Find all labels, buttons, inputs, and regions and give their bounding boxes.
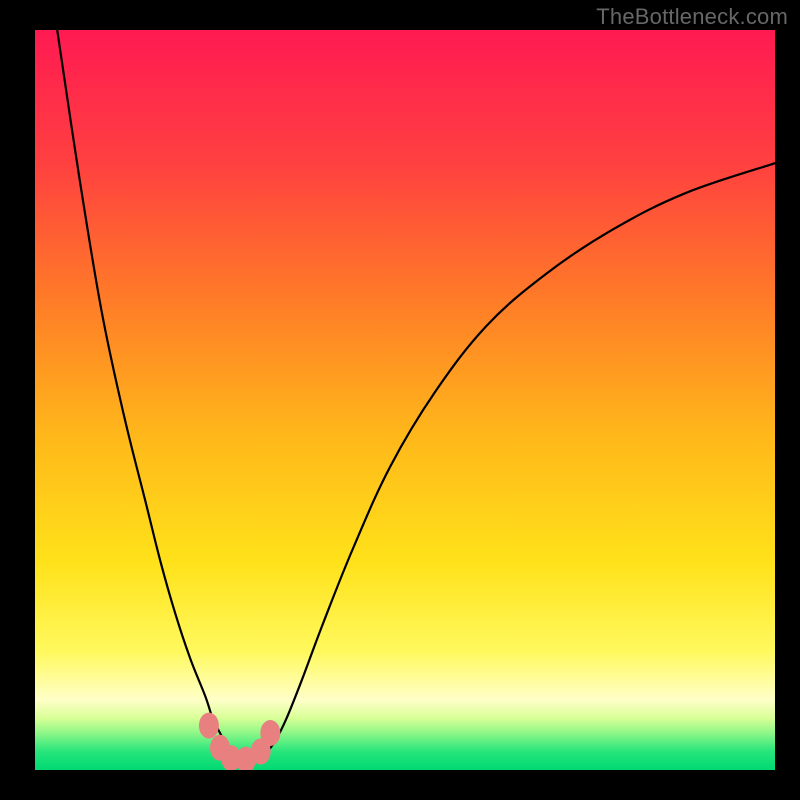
left-curve <box>57 30 242 761</box>
plot-area <box>35 30 775 770</box>
bottom-dots <box>199 713 280 770</box>
marker-dot <box>199 713 219 739</box>
right-curve <box>257 163 775 761</box>
chart-frame: TheBottleneck.com <box>0 0 800 800</box>
curves-layer <box>35 30 775 770</box>
marker-dot <box>260 720 280 746</box>
watermark-text: TheBottleneck.com <box>596 4 788 30</box>
